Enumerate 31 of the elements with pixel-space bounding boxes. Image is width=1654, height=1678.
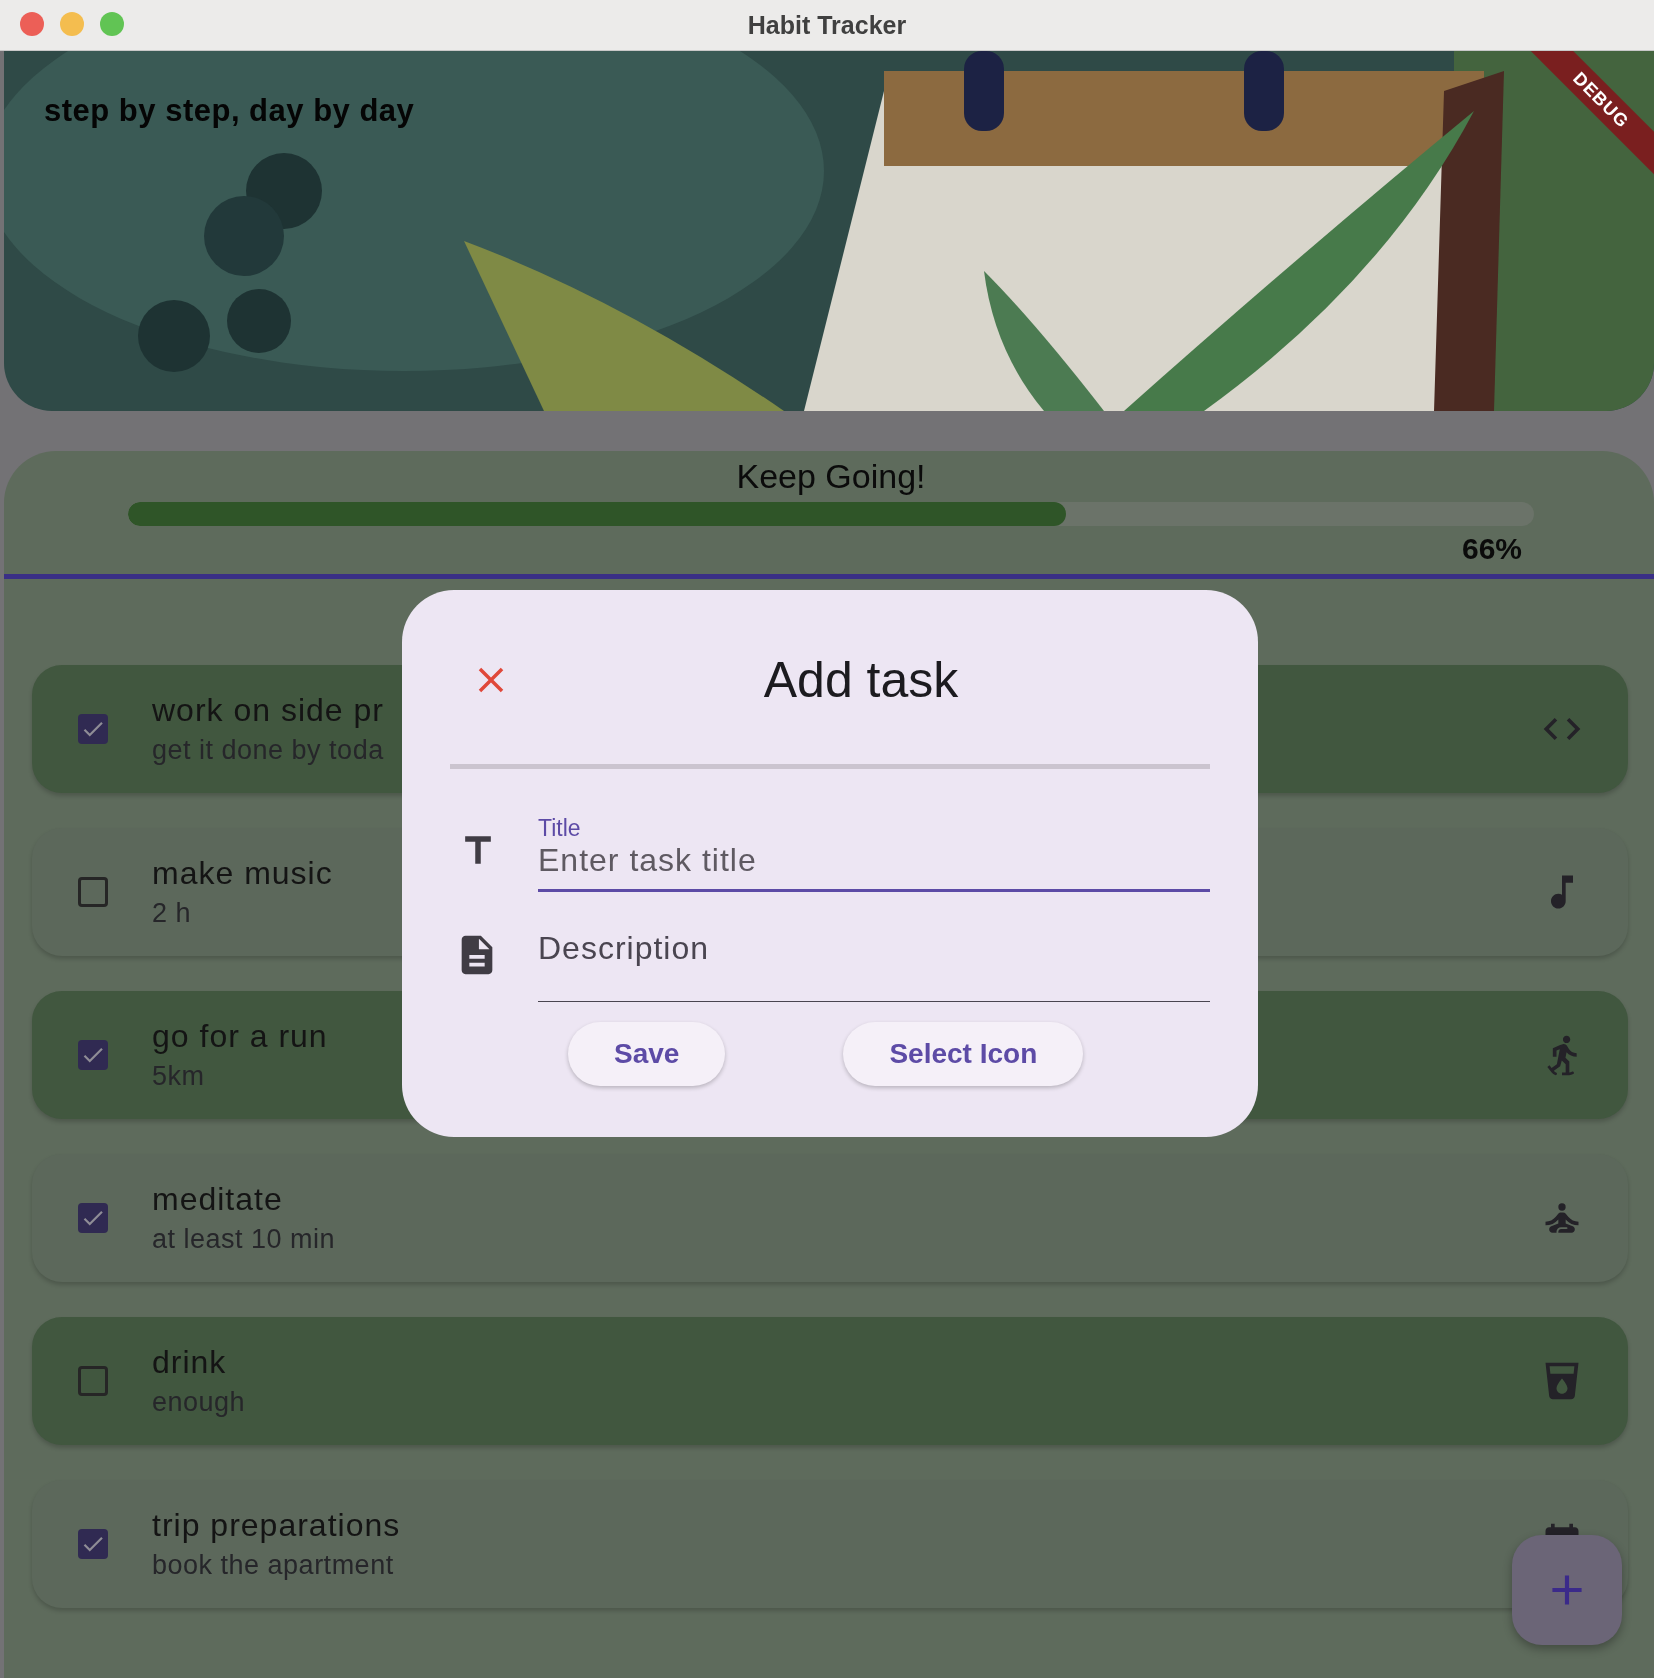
task-checkbox[interactable] — [78, 1203, 108, 1233]
task-subtitle: at least 10 min — [152, 1224, 336, 1255]
task-card[interactable]: trip preparations book the apartment — [32, 1480, 1628, 1608]
zoom-window-button[interactable] — [100, 12, 124, 36]
progress-title: Keep Going! — [736, 457, 926, 496]
task-checkbox[interactable] — [78, 1040, 108, 1070]
add-button[interactable] — [1512, 1535, 1622, 1645]
task-title: go for a run — [152, 1018, 328, 1055]
task-title: drink — [152, 1344, 227, 1381]
task-checkbox[interactable] — [78, 1366, 108, 1396]
dialog-title: Add task — [762, 651, 960, 709]
description-field[interactable]: Description — [538, 930, 1210, 1002]
task-checkbox[interactable] — [78, 714, 108, 744]
task-checkbox[interactable] — [78, 1529, 108, 1559]
motto: step by step, day by day — [44, 93, 415, 129]
task-title: meditate — [152, 1181, 283, 1218]
task-subtitle: 2 h — [152, 898, 192, 929]
task-subtitle: book the apartment — [152, 1550, 394, 1581]
window-title: Habit Tracker — [747, 10, 907, 40]
minimize-window-button[interactable] — [60, 12, 84, 36]
save-button[interactable]: Save — [568, 1022, 726, 1086]
progress-percent: 66% — [1461, 532, 1522, 566]
task-title: work on side pr — [152, 692, 384, 729]
task-title: trip preparations — [152, 1507, 401, 1544]
close-window-button[interactable] — [20, 12, 44, 36]
title-field[interactable]: Enter task title — [538, 842, 1210, 892]
task-card[interactable]: meditate at least 10 min — [32, 1154, 1628, 1282]
task-checkbox[interactable] — [78, 877, 108, 907]
field-label: Title — [538, 815, 581, 842]
task-title: make music — [152, 855, 333, 892]
select-icon-button[interactable]: Select Icon — [843, 1022, 1084, 1086]
